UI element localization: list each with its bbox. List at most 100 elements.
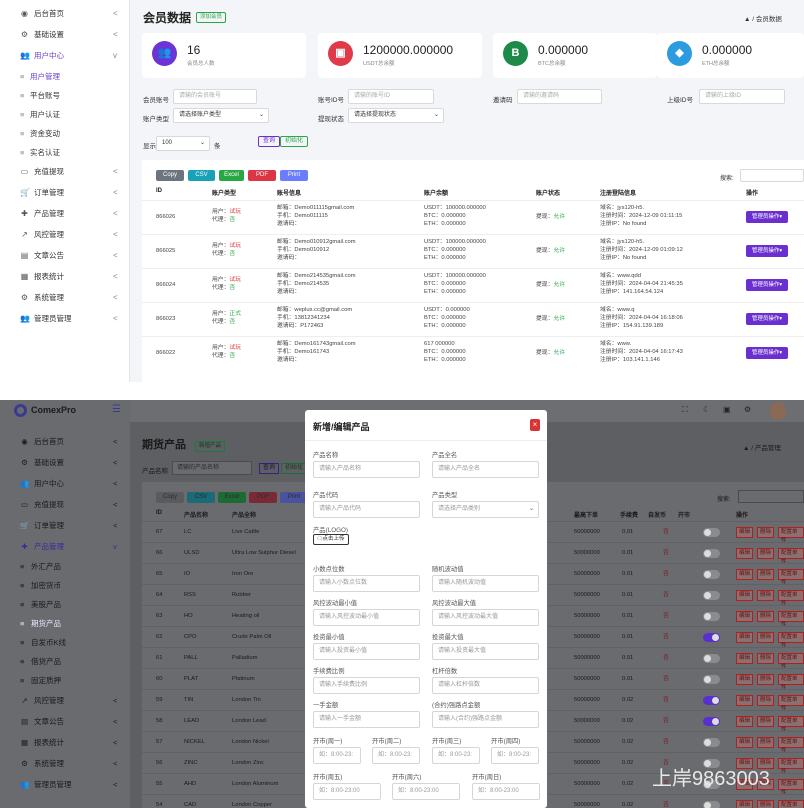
settings-icon[interactable]: ⚙ (744, 405, 751, 414)
sidebar-subitem[interactable]: ≡ 资金变动 (0, 124, 130, 143)
sidebar-item[interactable]: ⚙ 基础设置 < (0, 25, 130, 45)
home-icon[interactable]: ▲ (743, 445, 749, 452)
row-delete-button[interactable]: 删除 (757, 653, 775, 664)
field-input[interactable]: 请输入产品全名 (432, 461, 539, 478)
field-input[interactable]: 请输入(合约)强路点金额 (432, 711, 539, 728)
field-input[interactable]: 请输入产品代码 (313, 501, 420, 518)
export-print-button[interactable]: Print (280, 170, 308, 181)
market-open-toggle[interactable] (703, 528, 720, 537)
reset-button[interactable]: 初始化 (280, 136, 309, 147)
column-header[interactable]: 最高下单 (574, 510, 598, 519)
row-config-button[interactable]: 配置单性 (778, 737, 804, 754)
column-header[interactable]: 注册登陆信息 (600, 188, 636, 197)
day-input[interactable]: 如：8:00-23: (432, 747, 480, 764)
column-header[interactable]: ID (156, 510, 162, 516)
export-excel-button[interactable]: Excel (219, 170, 244, 181)
export-csv-button[interactable]: CSV (187, 492, 215, 503)
row-delete-button[interactable]: 删除 (757, 737, 775, 748)
moon-icon[interactable]: ☾ (703, 405, 710, 414)
row-delete-button[interactable]: 删除 (757, 800, 775, 808)
member-account-input[interactable]: 请输的会员账号 (173, 89, 257, 104)
field-input[interactable]: 请输入随机波动值 (432, 575, 539, 592)
sidebar-subitem[interactable]: ≡ 用户管理 (0, 67, 130, 86)
query-button[interactable]: 查询 (259, 463, 280, 474)
export-copy-button[interactable]: Copy (156, 492, 184, 503)
export-excel-button[interactable]: Excel (218, 492, 246, 503)
day-input[interactable]: 如：8:00-23: (372, 747, 420, 764)
market-open-toggle[interactable] (703, 612, 720, 621)
sidebar-item[interactable]: 👥 用户中心 < (0, 473, 130, 494)
row-edit-button[interactable]: 编辑 (736, 695, 754, 706)
row-edit-button[interactable]: 编辑 (736, 800, 754, 808)
sidebar-item[interactable]: ✚ 产品管理 v (0, 536, 130, 557)
export-pdf-button[interactable]: PDF (248, 170, 276, 181)
export-copy-button[interactable]: Copy (156, 170, 184, 181)
parent-id-input[interactable]: 请输的上级ID (699, 89, 785, 104)
sidebar-item[interactable]: ◉ 后台首页 < (0, 4, 130, 24)
sidebar-subitem[interactable]: ≡ 固定质押 (0, 671, 130, 690)
sidebar-item[interactable]: ⚙ 系统管理 < (0, 753, 130, 774)
column-header[interactable]: ID (156, 188, 162, 194)
market-open-toggle[interactable] (703, 570, 720, 579)
row-config-button[interactable]: 配置单性 (778, 590, 804, 607)
sidebar-subitem[interactable]: ≡ 借贷产品 (0, 652, 130, 671)
sidebar-item[interactable]: ↗ 风控管理 < (0, 225, 130, 245)
invite-code-input[interactable]: 请输的邀请码 (517, 89, 602, 104)
sidebar-item[interactable]: ▭ 充值提现 < (0, 494, 130, 515)
sidebar-item[interactable]: ▤ 文章公告 < (0, 246, 130, 266)
column-header[interactable]: 开市 (678, 510, 690, 519)
upload-button[interactable]: ☁点击上传 (313, 534, 349, 545)
sidebar-item[interactable]: 👥 用户中心 v (0, 46, 130, 66)
row-config-button[interactable]: 配置单性 (778, 758, 804, 775)
sidebar-item[interactable]: 👥 管理员管理 < (0, 309, 130, 329)
row-delete-button[interactable]: 删除 (757, 548, 775, 559)
market-open-toggle[interactable] (703, 738, 720, 747)
export-pdf-button[interactable]: PDF (249, 492, 277, 503)
market-open-toggle[interactable] (703, 696, 720, 705)
field-input[interactable]: 请输入风控波动最大值 (432, 609, 539, 626)
sidebar-subitem[interactable]: ≡ 用户认证 (0, 105, 130, 124)
row-config-button[interactable]: 配置单性 (778, 716, 804, 733)
sidebar-subitem[interactable]: ≡ 平台账号 (0, 86, 130, 105)
row-config-button[interactable]: 配置单性 (778, 611, 804, 628)
day-input[interactable]: 如：8:00-23:00 (313, 783, 381, 800)
sidebar-item[interactable]: ◉ 后台首页 < (0, 431, 130, 452)
row-edit-button[interactable]: 编辑 (736, 716, 754, 727)
sidebar-subitem[interactable]: ≡ 自发币K线 (0, 633, 130, 652)
admin-actions-button[interactable]: 管理员操作▾ (746, 245, 788, 257)
sidebar-subitem[interactable]: ≡ 加密货币 (0, 576, 130, 595)
row-edit-button[interactable]: 编辑 (736, 653, 754, 664)
account-type-select[interactable]: 请选择账户类型 ⌄ (173, 108, 269, 123)
sidebar-item[interactable]: ▦ 报表统计 < (0, 267, 130, 287)
day-input[interactable]: 如：8:00-23:00 (392, 783, 460, 800)
home-icon[interactable]: ▲ (744, 16, 750, 23)
product-name-input[interactable]: 请输的产品名称 (172, 461, 252, 475)
column-header[interactable]: 账户类型 (212, 188, 236, 197)
sidebar-subitem[interactable]: ≡ 实名认证 (0, 143, 130, 162)
row-config-button[interactable]: 配置单性 (778, 779, 804, 796)
withdraw-status-select[interactable]: 请选择提现状态 ⌄ (348, 108, 444, 123)
column-header[interactable]: 账户余额 (424, 188, 448, 197)
field-input[interactable]: 请输入投资最小值 (313, 643, 420, 660)
sidebar-item[interactable]: 👥 管理员管理 < (0, 774, 130, 795)
field-input[interactable]: 请选择产品类别 ⌄ (432, 501, 539, 518)
row-delete-button[interactable]: 删除 (757, 632, 775, 643)
media-icon[interactable]: ▣ (723, 405, 731, 414)
market-open-toggle[interactable] (703, 801, 720, 808)
row-edit-button[interactable]: 编辑 (736, 548, 754, 559)
row-config-button[interactable]: 配置单性 (778, 569, 804, 586)
sidebar-item[interactable]: ⚙ 系统管理 < (0, 288, 130, 308)
row-config-button[interactable]: 配置单性 (778, 527, 804, 544)
admin-actions-button[interactable]: 管理员操作▾ (746, 279, 788, 291)
field-input[interactable]: 请输入杠杆倍数 (432, 677, 539, 694)
field-input[interactable]: 请输入手续费比例 (313, 677, 420, 694)
row-edit-button[interactable]: 编辑 (736, 737, 754, 748)
query-button[interactable]: 查询 (258, 136, 281, 147)
row-delete-button[interactable]: 删除 (757, 569, 775, 580)
export-print-button[interactable]: Print (280, 492, 308, 503)
close-icon[interactable]: × (530, 419, 540, 431)
row-edit-button[interactable]: 编辑 (736, 527, 754, 538)
row-config-button[interactable]: 配置单性 (778, 695, 804, 712)
row-delete-button[interactable]: 删除 (757, 716, 775, 727)
table-search-input[interactable] (738, 490, 804, 503)
